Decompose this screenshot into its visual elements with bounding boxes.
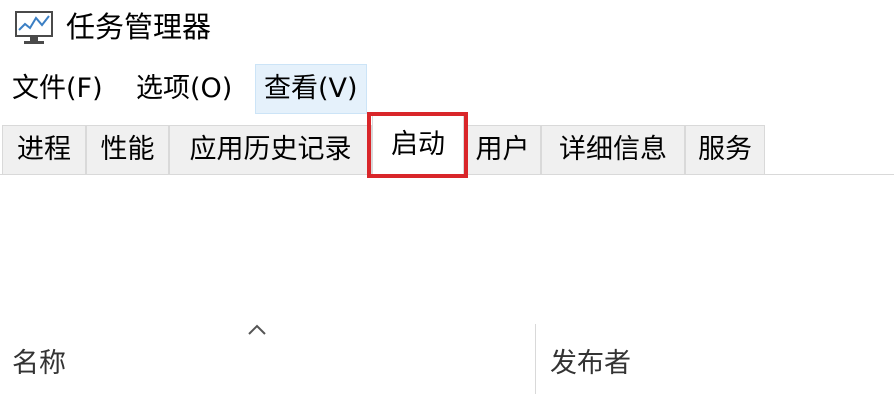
column-divider[interactable] (535, 324, 536, 394)
menu-bar: 文件(F) 选项(O) 查看(V) (0, 64, 894, 114)
menu-file[interactable]: 文件(F) (4, 64, 111, 114)
tab-performance[interactable]: 性能 (86, 125, 169, 175)
tab-startup[interactable]: 启动 (372, 115, 464, 175)
tab-users[interactable]: 用户 (464, 125, 541, 175)
tab-details[interactable]: 详细信息 (541, 125, 685, 175)
menu-view[interactable]: 查看(V) (255, 64, 367, 114)
window-title: 任务管理器 (66, 10, 212, 44)
tab-app-history[interactable]: 应用历史记录 (169, 125, 372, 175)
task-manager-icon (14, 10, 54, 46)
menu-options[interactable]: 选项(O) (128, 64, 240, 114)
column-header-publisher[interactable]: 发布者 (550, 342, 631, 386)
column-header-name[interactable]: 名称 (12, 342, 66, 386)
tab-processes[interactable]: 进程 (2, 125, 86, 175)
sort-ascending-icon[interactable] (244, 320, 270, 338)
tab-services[interactable]: 服务 (685, 125, 765, 175)
title-bar: 任务管理器 (0, 0, 894, 60)
tab-strip: 进程 性能 应用历史记录 启动 用户 详细信息 服务 (0, 113, 894, 175)
